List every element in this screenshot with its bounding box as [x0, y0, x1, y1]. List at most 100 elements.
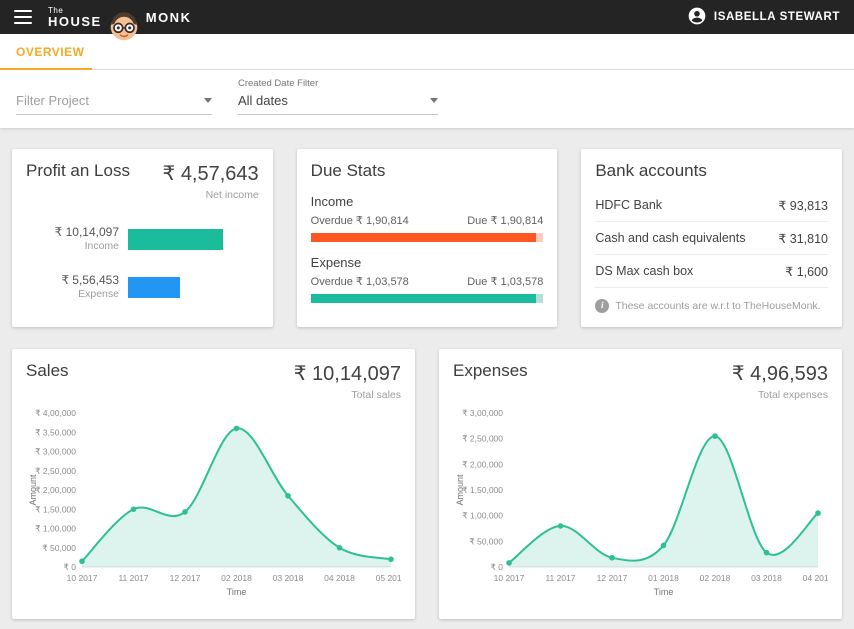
topbar: The HOUSE MONK ISABELLA STEW	[0, 0, 854, 34]
data-point	[182, 509, 188, 515]
y-tick-label: ₹ 0	[491, 562, 504, 572]
pl-bar	[128, 229, 223, 250]
pl-bar-row: ₹ 10,14,097Income	[26, 225, 259, 253]
due-progress-fill	[311, 294, 537, 303]
info-icon: i	[595, 299, 609, 313]
x-tick-label: 12 2017	[597, 573, 628, 583]
total-sales-label: Total sales	[294, 389, 401, 401]
filter-project-placeholder: Filter Project	[16, 93, 89, 108]
data-point	[764, 550, 770, 556]
data-point	[661, 543, 667, 549]
filter-project-select[interactable]: Filter Project	[16, 93, 212, 115]
x-tick-label: 04 2018	[324, 573, 355, 583]
bank-account-value: ₹ 1,600	[785, 264, 828, 279]
chevron-down-icon	[430, 98, 438, 103]
created-date-filter-label: Created Date Filter	[238, 78, 438, 89]
y-tick-label: ₹ 1,00,000	[462, 511, 503, 521]
y-tick-label: ₹ 1,00,000	[35, 524, 76, 534]
chevron-down-icon	[204, 98, 212, 103]
bank-account-row: HDFC Bank₹ 93,813	[595, 189, 828, 222]
bank-account-row: DS Max cash box ₹ 1,600	[595, 255, 828, 288]
due-section-name: Expense	[311, 255, 544, 270]
x-tick-label: 11 2017	[545, 573, 575, 583]
bank-account-row: Cash and cash equivalents ₹ 31,810	[595, 222, 828, 255]
pl-bar-value: ₹ 10,14,097	[26, 225, 119, 240]
due-section-name: Income	[311, 194, 544, 209]
x-tick-label: 10 2017	[67, 573, 98, 583]
pl-bar-name: Expense	[26, 288, 119, 301]
x-tick-label: 11 2017	[118, 573, 148, 583]
avatar-icon	[687, 6, 707, 29]
y-tick-label: ₹ 4,00,000	[35, 408, 76, 418]
due-due-label: Due ₹ 1,03,578	[467, 275, 543, 288]
bank-account-name: Cash and cash equivalents	[595, 231, 745, 246]
data-point	[337, 545, 343, 551]
y-axis-title: Amount	[28, 474, 38, 506]
due-section: Expense Overdue ₹ 1,03,578 Due ₹ 1,03,578	[311, 255, 544, 303]
y-tick-label: ₹ 3,00,000	[35, 447, 76, 457]
dashboard: Profit an Loss ₹ 4,57,643 Net income ₹ 1…	[0, 149, 854, 619]
user-menu[interactable]: ISABELLA STEWART	[687, 6, 840, 29]
x-tick-label: 02 2018	[221, 573, 252, 583]
user-name: ISABELLA STEWART	[714, 11, 840, 23]
x-tick-label: 03 2018	[273, 573, 304, 583]
tab-overview[interactable]: OVERVIEW	[0, 34, 92, 69]
data-point	[609, 555, 615, 561]
data-point	[285, 493, 291, 499]
expenses-title: Expenses	[453, 361, 528, 381]
pl-bar-value: ₹ 5,56,453	[26, 273, 119, 288]
logo-text-block: The HOUSE	[48, 7, 102, 28]
data-point	[79, 558, 85, 564]
sales-card: Sales ₹ 10,14,097 Total sales ₹ 0₹ 50,00…	[12, 349, 415, 619]
y-tick-label: ₹ 2,50,000	[35, 466, 76, 476]
data-point	[506, 560, 512, 566]
due-overdue-label: Overdue ₹ 1,03,578	[311, 275, 409, 288]
due-stats-title: Due Stats	[311, 161, 386, 181]
profit-loss-title: Profit an Loss	[26, 161, 130, 181]
due-amounts-row: Overdue ₹ 1,03,578 Due ₹ 1,03,578	[311, 275, 544, 288]
y-tick-label: ₹ 3,00,000	[462, 408, 503, 418]
data-point	[712, 433, 718, 439]
y-tick-label: ₹ 1,50,000	[462, 485, 503, 495]
x-tick-label: 03 2018	[751, 573, 782, 583]
y-tick-label: ₹ 0	[64, 562, 77, 572]
pl-bar-labels: ₹ 10,14,097Income	[26, 225, 128, 253]
x-tick-label: 04 2018	[803, 573, 828, 583]
total-expenses-value: ₹ 4,96,593	[732, 361, 828, 386]
bank-account-value: ₹ 93,813	[778, 198, 828, 213]
due-amounts-row: Overdue ₹ 1,90,814 Due ₹ 1,90,814	[311, 214, 544, 227]
profit-loss-card: Profit an Loss ₹ 4,57,643 Net income ₹ 1…	[12, 149, 273, 327]
area-fill	[82, 428, 391, 567]
x-axis-title: Time	[227, 587, 247, 597]
bank-accounts-title: Bank accounts	[595, 161, 707, 181]
y-tick-label: ₹ 3,50,000	[35, 427, 76, 437]
x-tick-label: 12 2017	[170, 573, 201, 583]
expenses-chart: ₹ 0₹ 50,000₹ 1,00,000₹ 1,50,000₹ 2,00,00…	[453, 405, 828, 601]
total-expenses-label: Total expenses	[732, 389, 828, 401]
y-tick-label: ₹ 2,00,000	[35, 485, 76, 495]
total-sales-value: ₹ 10,14,097	[294, 361, 401, 386]
expenses-card: Expenses ₹ 4,96,593 Total expenses ₹ 0 ₹ …	[439, 349, 842, 619]
x-tick-label: 02 2018	[700, 573, 731, 583]
data-point	[234, 426, 240, 432]
x-tick-label: 10 2017	[494, 573, 525, 583]
due-stats-card: Due Stats Income Overdue ₹ 1,90,814 Due ₹ …	[297, 149, 558, 327]
due-stats-sections: Income Overdue ₹ 1,90,814 Due ₹ 1,90,814 Ex…	[311, 194, 544, 303]
due-section: Income Overdue ₹ 1,90,814 Due ₹ 1,90,814	[311, 194, 544, 242]
created-date-filter-select[interactable]: Created Date Filter All dates	[238, 78, 438, 115]
due-progress-bar	[311, 294, 544, 303]
bank-accounts-card: Bank accounts HDFC Bank₹ 93,813Cash and …	[581, 149, 842, 327]
due-progress-fill	[311, 233, 537, 242]
data-point	[131, 506, 137, 512]
menu-icon[interactable]	[14, 10, 32, 24]
bank-account-rows: HDFC Bank₹ 93,813Cash and cash equivalen…	[595, 189, 828, 288]
app-logo: The HOUSE MONK	[48, 0, 191, 36]
due-overdue-label: Overdue ₹ 1,90,814	[311, 214, 409, 227]
bank-account-name: DS Max cash box	[595, 264, 693, 279]
due-due-label: Due ₹ 1,90,814	[467, 214, 543, 227]
x-tick-label: 05 2018	[376, 573, 401, 583]
data-point	[558, 523, 564, 529]
bank-account-value: ₹ 31,810	[778, 231, 828, 246]
data-point	[388, 557, 394, 563]
created-date-filter-value: All dates	[238, 93, 288, 108]
